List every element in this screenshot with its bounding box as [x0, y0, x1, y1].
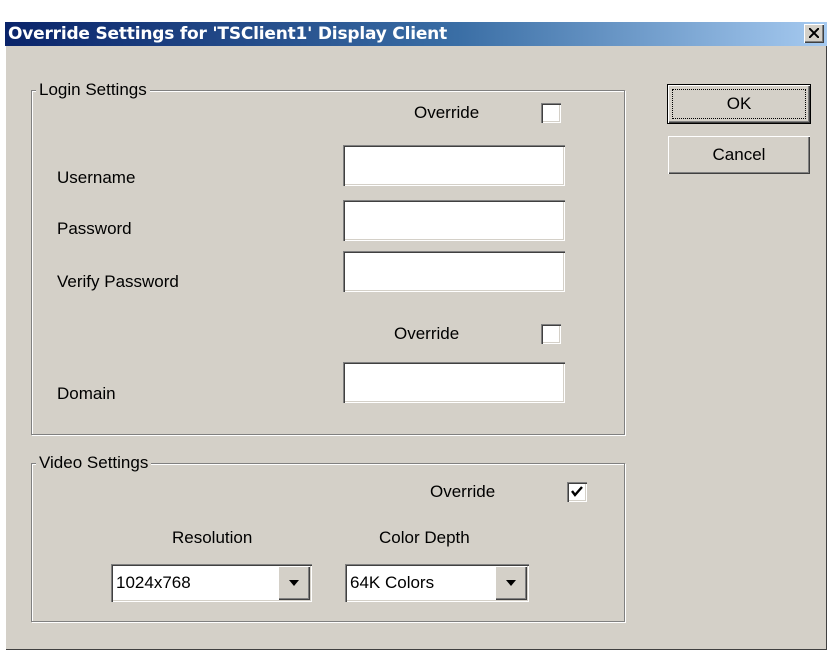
username-input[interactable] — [347, 149, 563, 183]
color-depth-label: Color Depth — [379, 528, 470, 547]
resolution-label: Resolution — [172, 528, 253, 547]
video-override-label: Override — [430, 482, 496, 501]
domain-label: Domain — [57, 384, 116, 403]
resolution-value: 1024x768 — [116, 573, 191, 592]
login-override-checkbox[interactable] — [541, 103, 561, 123]
color-depth-select[interactable]: 64K Colors — [345, 564, 529, 602]
verify-password-label: Verify Password — [57, 272, 179, 291]
window-title: Override Settings for 'TSClient1' Displa… — [8, 24, 447, 44]
color-depth-value: 64K Colors — [350, 573, 435, 592]
title-bar[interactable]: Override Settings for 'TSClient1' Displa… — [5, 22, 827, 46]
username-field[interactable] — [343, 145, 565, 186]
ok-button[interactable]: OK — [668, 85, 810, 123]
video-settings-legend: Video Settings — [36, 453, 152, 473]
override-settings-dialog: Override Settings for 'TSClient1' Displa… — [5, 22, 827, 650]
domain-input[interactable] — [347, 366, 563, 400]
username-label: Username — [57, 168, 136, 187]
video-override-checkbox[interactable] — [567, 482, 587, 502]
verify-password-input[interactable] — [347, 255, 563, 289]
cancel-button-label: Cancel — [712, 145, 766, 164]
dropdown-arrow-icon — [506, 580, 516, 586]
close-icon — [809, 28, 819, 38]
color-depth-dropdown-button[interactable] — [495, 566, 527, 600]
domain-override-checkbox[interactable] — [541, 324, 561, 344]
password-input[interactable] — [347, 204, 563, 238]
password-label: Password — [57, 219, 132, 238]
domain-override-label: Override — [394, 324, 460, 343]
close-button[interactable] — [804, 24, 824, 43]
verify-password-field[interactable] — [343, 251, 565, 292]
domain-field[interactable] — [343, 362, 565, 403]
dropdown-arrow-icon — [289, 580, 299, 586]
ok-button-label: OK — [726, 94, 752, 113]
checkmark-icon — [571, 486, 583, 497]
login-settings-legend: Login Settings — [36, 80, 150, 100]
resolution-dropdown-button[interactable] — [278, 566, 310, 600]
cancel-button[interactable]: Cancel — [668, 136, 810, 174]
login-override-label: Override — [414, 103, 480, 122]
resolution-select[interactable]: 1024x768 — [111, 564, 312, 602]
password-field[interactable] — [343, 200, 565, 241]
